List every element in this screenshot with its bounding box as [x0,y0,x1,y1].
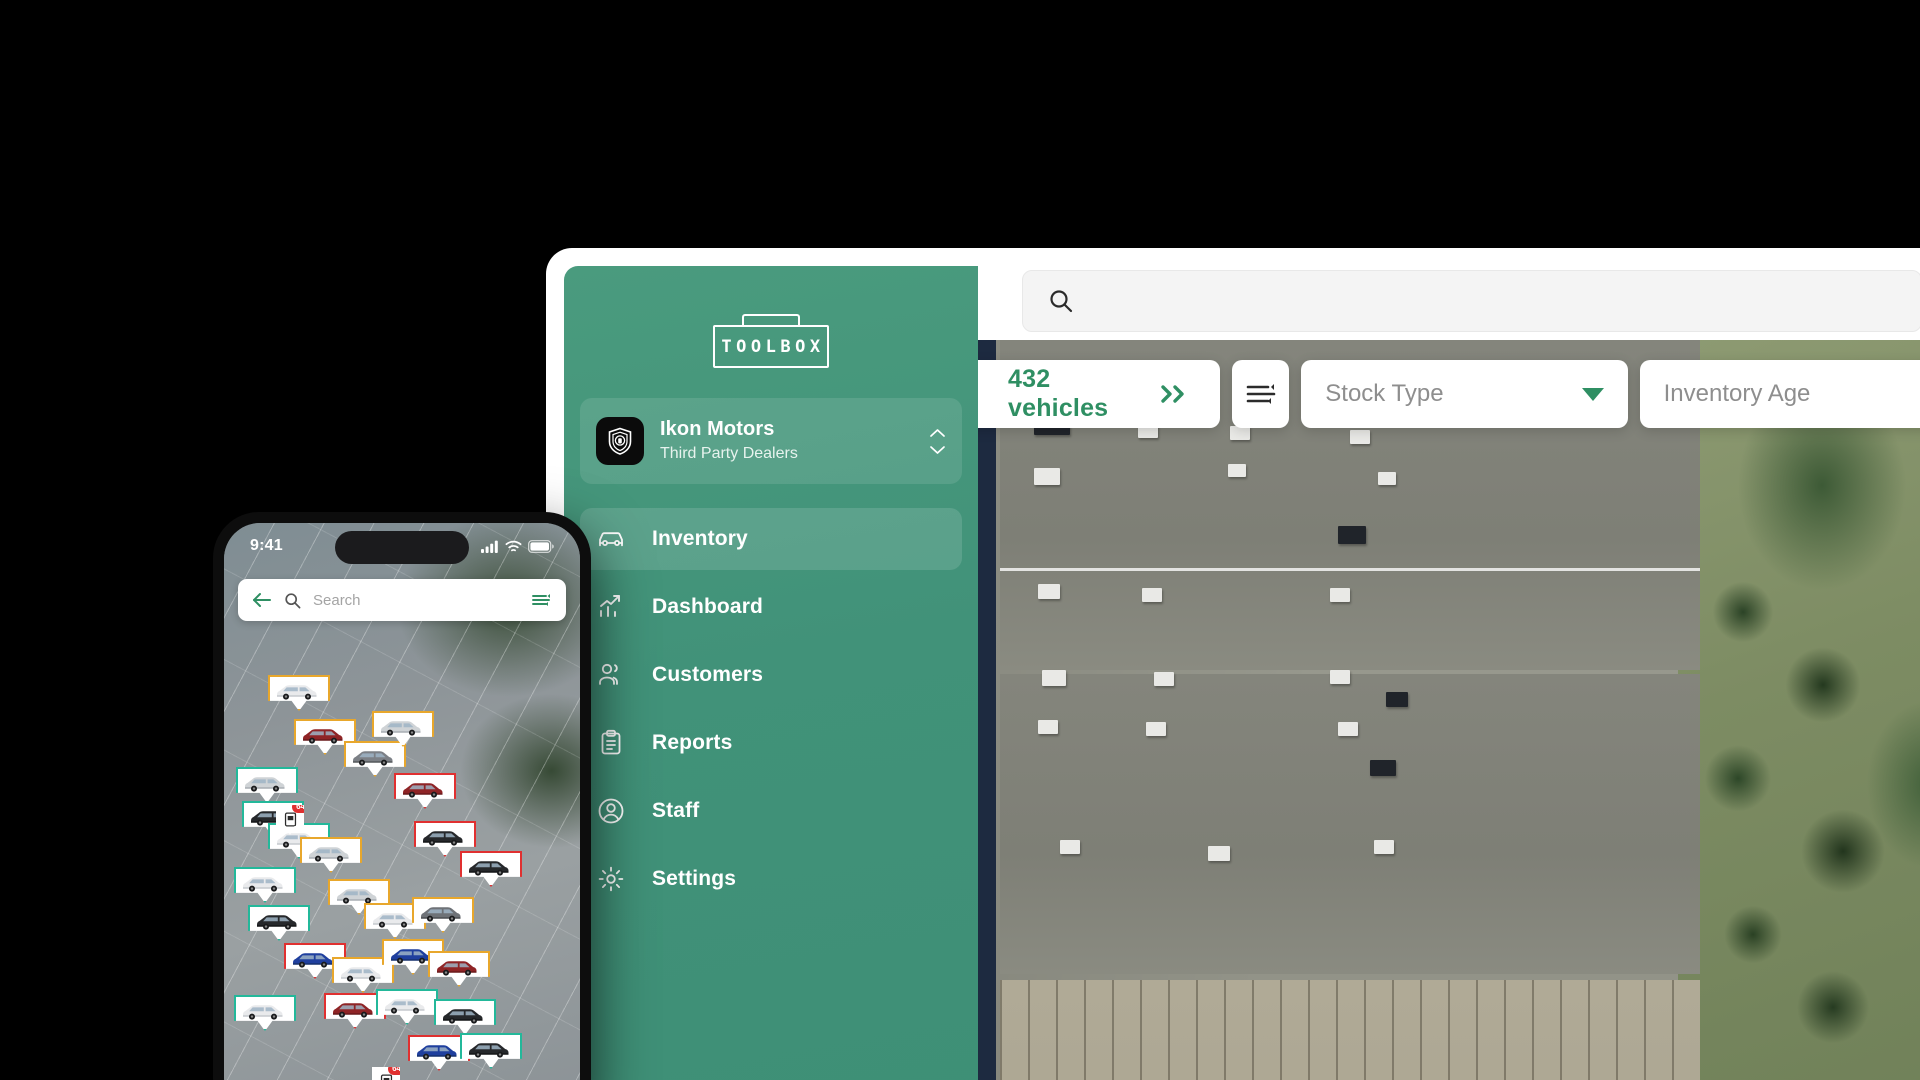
main-panel: 432 vehicles Stock Type Inventory Age [978,248,1920,1080]
sidebar-item-reports[interactable]: Reports [580,712,962,774]
org-subtitle: Third Party Dealers [660,445,798,463]
shield-badge-icon [596,417,644,465]
filter-label: Stock Type [1325,380,1444,407]
phone-screen: 9:41 Search 64 64 [224,523,580,1080]
sidebar: TOOLBOX Ikon Motors Third Party Dealers … [564,266,978,1080]
vehicle-count-button[interactable]: 432 vehicles [978,360,1221,428]
sidebar-item-inventory[interactable]: Inventory [580,508,962,570]
phone-search-bar[interactable]: Search [238,579,566,621]
sidebar-item-label: Dashboard [652,595,764,618]
sliders-icon [1244,379,1278,409]
aerial-map[interactable]: 432 vehicles Stock Type Inventory Age [978,340,1920,1080]
cluster-badge[interactable]: 64 [372,1067,400,1080]
search-icon [284,592,301,609]
battery-icon [528,539,554,553]
car-icon [596,524,626,554]
org-name: Ikon Motors [660,418,775,441]
search-icon [1047,287,1075,315]
sliders-icon[interactable] [530,591,552,609]
search-input[interactable] [1091,290,1897,312]
map-toolbar: 432 vehicles Stock Type Inventory Age [978,360,1920,428]
sidebar-item-label: Customers [652,663,764,686]
double-chevron-right-icon[interactable] [1158,382,1192,406]
satellite-imagery [978,340,1920,1080]
sidebar-nav: Inventory Dashboard Customers Reports St… [564,508,978,910]
filter-stock-type[interactable]: Stock Type [1301,360,1628,428]
parking-lot-middle [1000,674,1700,974]
cellular-icon [481,540,499,553]
users-icon [596,660,626,690]
desktop-app-window: TOOLBOX Ikon Motors Third Party Dealers … [546,248,1920,1080]
map-road [978,340,996,1080]
sidebar-item-label: Settings [652,867,737,890]
status-time: 9:41 [250,537,283,554]
map-trees [1668,560,1918,1080]
sidebar-item-staff[interactable]: Staff [580,780,962,842]
app-logo: TOOLBOX [564,304,978,398]
parking-lot-lower [1000,980,1700,1080]
chevron-up-down-icon[interactable] [923,428,946,455]
sidebar-item-label: Reports [652,731,733,754]
logo-text: TOOLBOX [721,336,825,357]
back-arrow-icon[interactable] [252,592,272,608]
chart-trend-icon [596,592,626,622]
sidebar-item-label: Inventory [652,527,748,550]
phone-mockup: 9:41 Search 64 64 [213,512,591,1080]
chevron-down-icon[interactable] [1581,387,1604,401]
sidebar-item-customers[interactable]: Customers [580,644,962,706]
sidebar-item-label: Staff [652,799,700,822]
user-circle-icon [596,796,626,826]
sidebar-item-dashboard[interactable]: Dashboard [580,576,962,638]
screenshot-stage: TOOLBOX Ikon Motors Third Party Dealers … [0,0,1920,1080]
phone-search-placeholder: Search [313,591,361,609]
search-box[interactable] [1022,270,1920,332]
phone-status-bar: 9:41 [224,523,580,569]
vehicle-count-label: 432 vehicles [1008,365,1109,422]
wifi-icon [505,540,522,553]
clipboard-icon [596,728,626,758]
sidebar-item-settings[interactable]: Settings [580,848,962,910]
filter-label: Inventory Age [1663,380,1811,407]
filter-inventory-age[interactable]: Inventory Age [1639,360,1920,428]
gear-icon [596,864,626,894]
filter-button[interactable] [1232,360,1290,428]
search-row [978,248,1920,340]
org-selector[interactable]: Ikon Motors Third Party Dealers [580,398,962,484]
